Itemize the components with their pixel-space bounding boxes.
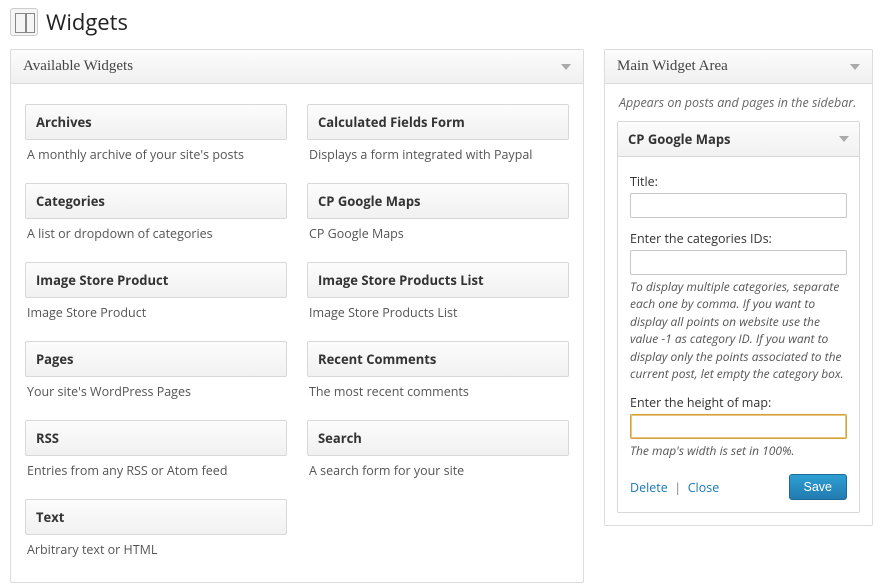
widget-drag-handle[interactable]: Text <box>25 499 287 535</box>
main-widget-area-toggle[interactable]: Main Widget Area <box>605 50 872 84</box>
available-widget: Image Store ProductImage Store Product <box>25 262 287 331</box>
available-widget: Calculated Fields FormDisplays a form in… <box>307 104 569 173</box>
widget-description: The most recent comments <box>307 377 569 410</box>
title-label: Title: <box>630 173 847 190</box>
categories-input[interactable] <box>630 250 847 275</box>
separator: | <box>671 478 684 496</box>
title-input[interactable] <box>630 193 847 218</box>
available-widget: RSSEntries from any RSS or Atom feed <box>25 420 287 489</box>
widget-description: Image Store Product <box>25 298 287 331</box>
available-widgets-panel: Available Widgets ArchivesA monthly arch… <box>10 49 584 583</box>
widget-description: Displays a form integrated with Paypal <box>307 140 569 173</box>
available-widget: Image Store Products ListImage Store Pro… <box>307 262 569 331</box>
available-widgets-title: Available Widgets <box>23 58 133 75</box>
widget-description: Entries from any RSS or Atom feed <box>25 456 287 489</box>
available-widgets-toggle[interactable]: Available Widgets <box>11 50 583 84</box>
height-label: Enter the height of map: <box>630 394 847 411</box>
widget-drag-handle[interactable]: RSS <box>25 420 287 456</box>
widget-drag-handle[interactable]: Recent Comments <box>307 341 569 377</box>
widget-drag-handle[interactable]: Archives <box>25 104 287 140</box>
widget-description: Image Store Products List <box>307 298 569 331</box>
widget-description: A search form for your site <box>307 456 569 489</box>
chevron-down-icon <box>561 64 571 70</box>
widget-drag-handle[interactable]: Search <box>307 420 569 456</box>
available-widget: SearchA search form for your site <box>307 420 569 489</box>
main-widget-area-title: Main Widget Area <box>617 58 728 75</box>
widget-drag-handle[interactable]: Image Store Product <box>25 262 287 298</box>
sidebar-description: Appears on posts and pages in the sideba… <box>605 84 872 113</box>
categories-label: Enter the categories IDs: <box>630 230 847 247</box>
height-input[interactable] <box>630 414 847 439</box>
save-button[interactable]: Save <box>789 474 848 500</box>
available-widget: PagesYour site's WordPress Pages <box>25 341 287 410</box>
widget-description: A list or dropdown of categories <box>25 219 287 252</box>
widget-instance-title: CP Google Maps <box>628 130 731 148</box>
height-hint: The map's width is set in 100%. <box>630 442 847 459</box>
categories-hint: To display multiple categories, separate… <box>630 278 847 382</box>
page-header: Widgets <box>10 7 873 37</box>
available-widget: Recent CommentsThe most recent comments <box>307 341 569 410</box>
widget-drag-handle[interactable]: Pages <box>25 341 287 377</box>
widget-drag-handle[interactable]: Image Store Products List <box>307 262 569 298</box>
available-widget: TextArbitrary text or HTML <box>25 499 287 568</box>
widget-drag-handle[interactable]: Categories <box>25 183 287 219</box>
widget-instance-cp-google-maps: CP Google Maps Title: Enter the categori… <box>617 121 860 513</box>
delete-link[interactable]: Delete <box>630 479 668 496</box>
main-widget-area-panel: Main Widget Area Appears on posts and pa… <box>604 49 873 526</box>
widget-drag-handle[interactable]: Calculated Fields Form <box>307 104 569 140</box>
widget-description: Your site's WordPress Pages <box>25 377 287 410</box>
widget-drag-handle[interactable]: CP Google Maps <box>307 183 569 219</box>
close-link[interactable]: Close <box>688 479 720 496</box>
chevron-down-icon <box>839 136 849 142</box>
available-widget: ArchivesA monthly archive of your site's… <box>25 104 287 173</box>
available-widget: CategoriesA list or dropdown of categori… <box>25 183 287 252</box>
widget-description: A monthly archive of your site's posts <box>25 140 287 173</box>
widget-instance-toggle[interactable]: CP Google Maps <box>618 122 859 157</box>
chevron-down-icon <box>850 64 860 70</box>
available-widget: CP Google MapsCP Google Maps <box>307 183 569 252</box>
page-title: Widgets <box>46 7 128 37</box>
widget-description: Arbitrary text or HTML <box>25 535 287 568</box>
widget-description: CP Google Maps <box>307 219 569 252</box>
widgets-icon <box>10 8 38 36</box>
